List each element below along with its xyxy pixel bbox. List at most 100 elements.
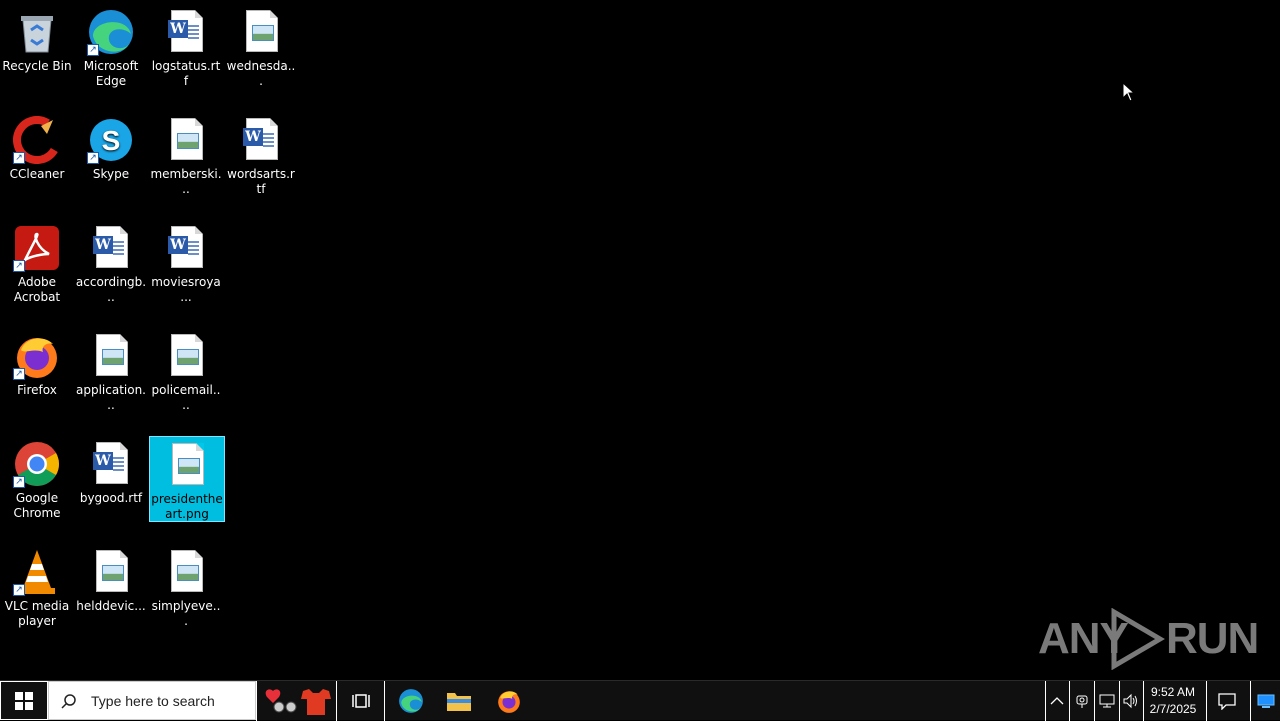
- taskbar-divider: [384, 681, 385, 721]
- shortcut-arrow-icon: ↗: [13, 584, 25, 596]
- firefox-icon: ↗: [13, 332, 61, 380]
- shortcut-arrow-icon: ↗: [13, 368, 25, 380]
- clock[interactable]: 9:52 AM 2/7/2025: [1144, 681, 1202, 721]
- microsoft-edge-icon: [399, 689, 423, 713]
- task-view-icon: [352, 694, 370, 708]
- icon-label: bygood.rtf: [79, 491, 143, 505]
- icon-label: application...: [75, 383, 146, 412]
- speaker-icon: [1123, 693, 1137, 709]
- volume-button[interactable]: [1120, 681, 1142, 721]
- icon-label: Recycle Bin: [2, 59, 72, 73]
- icon-label: simplyeve...: [151, 599, 221, 628]
- desktop-icon-microsoft-edge[interactable]: ↗ Microsoft Edge: [74, 4, 148, 89]
- play-triangle-icon: [1111, 608, 1165, 670]
- icon-label: policemail....: [151, 383, 221, 412]
- desktop-icon-google-chrome[interactable]: ↗ Google Chrome: [0, 436, 74, 521]
- shortcut-arrow-icon: ↗: [13, 476, 25, 488]
- recycle-bin-icon: [13, 8, 61, 56]
- taskbar-file-explorer-button[interactable]: [436, 681, 482, 721]
- icon-label: helddevic...: [76, 599, 146, 613]
- skype-icon: S ↗: [87, 116, 135, 164]
- desktop-icon-memberski[interactable]: memberski...: [149, 112, 223, 197]
- anyrun-watermark: ANY RUN: [1038, 608, 1259, 672]
- meet-now-button[interactable]: [1071, 681, 1093, 721]
- shortcut-arrow-icon: ↗: [87, 44, 99, 56]
- icon-label: wednesda...: [226, 59, 296, 88]
- google-chrome-icon: ↗: [13, 440, 61, 488]
- show-hidden-icons-button[interactable]: [1046, 681, 1068, 721]
- desktop-icon-ccleaner[interactable]: ↗ CCleaner: [0, 112, 74, 182]
- desktop-icon-moviesroya[interactable]: W moviesroya...: [149, 220, 223, 305]
- chevron-up-icon: [1050, 697, 1064, 705]
- icon-label: Skype: [92, 167, 130, 181]
- image-file-icon: [87, 332, 135, 380]
- desktop-icon-application[interactable]: application...: [74, 328, 148, 413]
- taskbar-divider: [1250, 681, 1251, 721]
- word-document-icon: W: [162, 224, 210, 272]
- watermark-run-text: RUN: [1166, 614, 1259, 663]
- start-button[interactable]: [0, 681, 48, 720]
- news-widget-icon: [265, 689, 331, 715]
- microsoft-edge-icon: ↗: [87, 8, 135, 56]
- desktop-icon-helddevic[interactable]: helddevic...: [74, 544, 148, 614]
- svg-text:S: S: [102, 125, 121, 156]
- shortcut-arrow-icon: ↗: [13, 260, 25, 272]
- desktop-icon-simplyeve[interactable]: simplyeve...: [149, 544, 223, 629]
- action-center-button[interactable]: [1208, 681, 1246, 721]
- shortcut-arrow-icon: ↗: [13, 152, 25, 164]
- image-file-icon: [163, 441, 211, 489]
- firefox-icon: [498, 691, 520, 713]
- word-document-icon: W: [237, 116, 285, 164]
- desktop[interactable]: Recycle Bin ↗ CCleaner ↗ Adobe Acrobat ↗…: [0, 0, 1280, 680]
- image-file-icon: [162, 548, 210, 596]
- icon-label: wordsarts.rtf: [227, 167, 295, 196]
- taskbar-edge-button[interactable]: [388, 681, 434, 721]
- desktop-icon-skype[interactable]: S ↗ Skype: [74, 112, 148, 182]
- network-status-button[interactable]: [1096, 681, 1118, 721]
- icon-label: CCleaner: [9, 167, 65, 181]
- icon-label: Firefox: [17, 383, 57, 397]
- search-icon: [61, 693, 76, 709]
- taskbar-divider: [1094, 681, 1095, 721]
- taskbar-firefox-button[interactable]: [486, 681, 532, 721]
- news-widget-button[interactable]: [260, 681, 336, 721]
- windows-logo-icon: [15, 691, 33, 710]
- notification-icon: [1218, 693, 1236, 710]
- image-file-icon: [162, 116, 210, 164]
- icon-label: logstatus.rtf: [151, 59, 221, 88]
- clock-time: 9:52 AM: [1150, 685, 1196, 699]
- desktop-screen-icon: [1257, 694, 1275, 708]
- desktop-icon-adobe-acrobat[interactable]: ↗ Adobe Acrobat: [0, 220, 74, 305]
- search-placeholder: Type here to search: [91, 692, 215, 709]
- taskbar: Type here to search 9:52 AM 2/7/2025: [0, 680, 1280, 721]
- taskbar-search-box[interactable]: Type here to search: [48, 681, 256, 720]
- icon-label: VLC media player: [4, 599, 70, 628]
- desktop-icon-recycle-bin[interactable]: Recycle Bin: [0, 4, 74, 74]
- word-document-icon: W: [87, 440, 135, 488]
- clock-date: 2/7/2025: [1149, 702, 1197, 716]
- image-file-icon: [87, 548, 135, 596]
- show-desktop-button[interactable]: [1252, 681, 1280, 721]
- taskbar-divider: [336, 681, 337, 721]
- desktop-icon-bygood[interactable]: W bygood.rtf: [74, 436, 148, 506]
- desktop-icon-wordsarts[interactable]: W wordsarts.rtf: [224, 112, 298, 197]
- desktop-icon-accordingb[interactable]: W accordingb...: [74, 220, 148, 305]
- desktop-icon-wednesda[interactable]: wednesda...: [224, 4, 298, 89]
- camera-icon: [1076, 695, 1088, 708]
- task-view-button[interactable]: [338, 681, 384, 721]
- taskbar-divider: [1069, 681, 1070, 721]
- word-document-icon: W: [162, 8, 210, 56]
- icon-label: presidentheart.png: [151, 492, 223, 521]
- desktop-icon-policemail[interactable]: policemail....: [149, 328, 223, 413]
- icon-label: accordingb...: [75, 275, 147, 304]
- taskbar-divider: [256, 681, 257, 721]
- vlc-cone-icon: ↗: [13, 548, 61, 596]
- mouse-cursor-icon: [1122, 81, 1136, 106]
- desktop-icon-vlc[interactable]: ↗ VLC media player: [0, 544, 74, 629]
- image-file-icon: [237, 8, 285, 56]
- desktop-icon-presidentheart[interactable]: presidentheart.png: [149, 436, 225, 522]
- icon-label: Google Chrome: [13, 491, 61, 520]
- desktop-icon-logstatus[interactable]: W logstatus.rtf: [149, 4, 223, 89]
- desktop-icon-firefox[interactable]: ↗ Firefox: [0, 328, 74, 398]
- network-icon: [1099, 694, 1115, 708]
